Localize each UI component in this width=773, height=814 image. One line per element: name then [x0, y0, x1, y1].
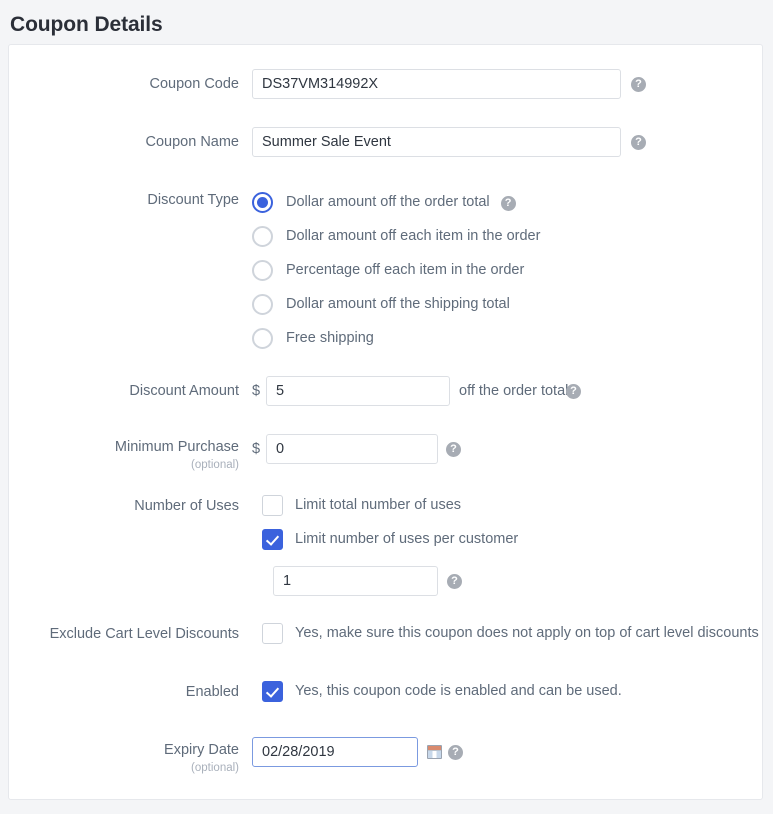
expiry-date-input[interactable] — [252, 737, 418, 767]
field-row-expiry-date: Expiry Date (optional) ? — [9, 737, 762, 785]
discount-amount-label: Discount Amount — [129, 383, 239, 399]
checkbox-enabled[interactable] — [262, 681, 283, 702]
checkbox-limit-total-uses-label: Limit total number of uses — [295, 497, 462, 513]
coupon-details-card: Coupon Code ? Coupon Name ? Discount Typ… — [8, 44, 763, 800]
help-icon[interactable]: ? — [446, 442, 461, 457]
help-icon[interactable]: ? — [566, 384, 581, 399]
discount-amount-suffix: off the order total — [459, 383, 569, 399]
discount-amount-input[interactable] — [266, 376, 450, 406]
radio-option-dollar-off-shipping-total[interactable]: Dollar amount off the shipping total — [252, 287, 540, 321]
help-icon[interactable]: ? — [631, 77, 646, 92]
minimum-purchase-currency: $ — [252, 441, 261, 457]
calendar-icon[interactable] — [427, 745, 442, 759]
radio-label: Dollar amount off the shipping total — [286, 296, 510, 312]
minimum-purchase-label: Minimum Purchase (optional) — [9, 438, 239, 473]
help-icon[interactable]: ? — [500, 195, 516, 211]
help-icon[interactable]: ? — [447, 574, 462, 589]
field-row-coupon-code: Coupon Code ? — [9, 69, 762, 109]
minimum-purchase-label-text: Minimum Purchase — [114, 439, 239, 455]
coupon-name-input[interactable] — [252, 127, 621, 157]
radio-icon[interactable] — [252, 327, 273, 349]
radio-label: Free shipping — [286, 330, 374, 346]
expiry-date-label-text: Expiry Date — [164, 742, 239, 758]
radio-option-percentage-off-each-item[interactable]: Percentage off each item in the order — [252, 253, 540, 287]
radio-option-dollar-off-order-total[interactable]: Dollar amount off the order total ? — [252, 185, 540, 219]
discount-amount-currency: $ — [252, 383, 261, 399]
field-row-enabled: Enabled Yes, this coupon code is enabled… — [9, 681, 762, 715]
field-row-coupon-name: Coupon Name ? — [9, 127, 762, 167]
expiry-date-label: Expiry Date (optional) — [9, 741, 239, 776]
checkbox-enabled-label: Yes, this coupon code is enabled and can… — [295, 683, 622, 699]
help-icon[interactable]: ? — [631, 135, 646, 150]
expiry-date-optional: (optional) — [191, 762, 239, 774]
coupon-code-input[interactable] — [252, 69, 621, 99]
number-of-uses-input[interactable] — [273, 566, 438, 596]
radio-icon[interactable] — [252, 259, 273, 281]
field-row-exclude-cart-level-discounts: Exclude Cart Level Discounts Yes, make s… — [9, 623, 762, 657]
field-row-discount-amount: Discount Amount $ off the order total ? — [9, 376, 762, 416]
help-icon[interactable]: ? — [448, 745, 463, 760]
radio-label: Percentage off each item in the order — [286, 262, 525, 278]
exclude-cart-level-discounts-label: Exclude Cart Level Discounts — [49, 626, 239, 642]
calendar-icon-grid — [428, 751, 441, 758]
minimum-purchase-input[interactable] — [266, 434, 438, 464]
checkbox-limit-uses-per-customer-label: Limit number of uses per customer — [295, 531, 519, 547]
radio-icon[interactable] — [252, 293, 273, 315]
checkbox-limit-total-uses[interactable] — [262, 495, 283, 516]
radio-label: Dollar amount off each item in the order — [286, 228, 541, 244]
minimum-purchase-optional: (optional) — [191, 459, 239, 471]
field-row-minimum-purchase: Minimum Purchase (optional) $ ? — [9, 434, 762, 482]
page-title: Coupon Details — [10, 13, 163, 36]
radio-option-free-shipping[interactable]: Free shipping — [252, 321, 540, 355]
discount-type-label: Discount Type — [147, 192, 239, 208]
checkbox-exclude-cart-level-discounts-label: Yes, make sure this coupon does not appl… — [295, 625, 759, 641]
field-row-discount-type: Discount Type Dollar amount off the orde… — [9, 185, 762, 355]
field-row-number-of-uses: Number of Uses Limit total number of use… — [9, 495, 762, 615]
coupon-code-label: Coupon Code — [149, 76, 240, 92]
radio-option-dollar-off-each-item[interactable]: Dollar amount off each item in the order — [252, 219, 540, 253]
radio-icon[interactable] — [252, 225, 273, 247]
number-of-uses-label: Number of Uses — [134, 498, 239, 514]
radio-label: Dollar amount off the order total — [286, 194, 490, 210]
coupon-name-label: Coupon Name — [145, 134, 240, 150]
radio-icon[interactable] — [252, 191, 273, 213]
enabled-label: Enabled — [185, 684, 239, 700]
checkbox-limit-uses-per-customer[interactable] — [262, 529, 283, 550]
checkbox-exclude-cart-level-discounts[interactable] — [262, 623, 283, 644]
